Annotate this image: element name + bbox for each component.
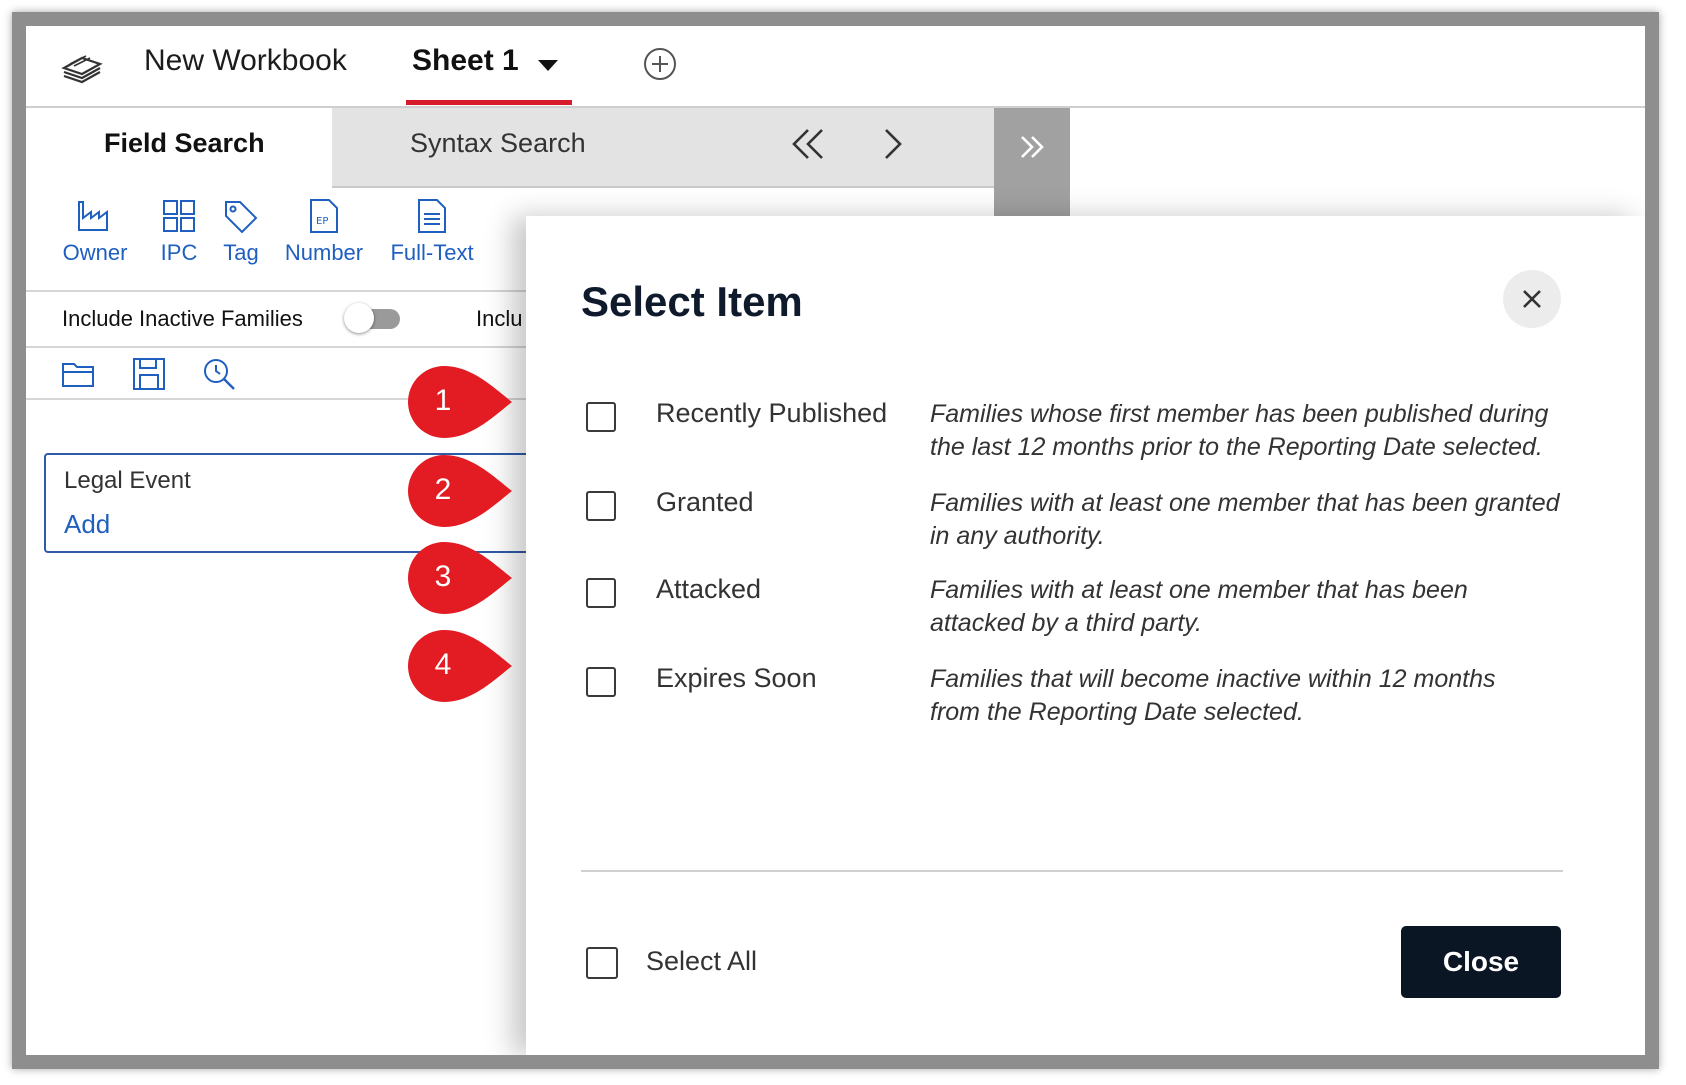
history-search-icon[interactable] bbox=[200, 356, 238, 392]
chevron-right-icon[interactable] bbox=[878, 124, 908, 164]
sheet-tab[interactable]: Sheet 1 bbox=[396, 26, 582, 106]
tab-field-search-label: Field Search bbox=[104, 128, 265, 158]
close-button[interactable]: Close bbox=[1401, 926, 1561, 998]
checkbox-recently-published[interactable] bbox=[586, 402, 616, 432]
list-item: Attacked Families with at least one memb… bbox=[526, 574, 1645, 654]
folder-open-icon[interactable] bbox=[60, 356, 98, 392]
select-item-dialog: Select Item Recently Published Families … bbox=[526, 216, 1645, 1055]
item-label: Expires Soon bbox=[656, 663, 817, 693]
owner-label: Owner bbox=[62, 240, 128, 265]
toggle-knob bbox=[344, 303, 374, 333]
caret-down-icon[interactable] bbox=[538, 60, 558, 71]
tag-label: Tag bbox=[223, 240, 259, 265]
tab-syntax-search-label: Syntax Search bbox=[410, 128, 586, 158]
dialog-divider bbox=[581, 870, 1563, 872]
tag-tool[interactable]: Tag bbox=[218, 198, 264, 266]
close-icon bbox=[1523, 290, 1541, 308]
item-description: Families with at least one member that h… bbox=[930, 574, 1570, 640]
tab-syntax-search[interactable]: Syntax Search bbox=[332, 108, 994, 188]
item-label: Granted bbox=[656, 487, 754, 517]
item-description-line: Families with at least one member that h… bbox=[930, 576, 1468, 604]
item-description-line: attacked by a third party. bbox=[930, 609, 1202, 637]
checkbox-granted[interactable] bbox=[586, 491, 616, 521]
item-description: Families that will become inactive withi… bbox=[930, 663, 1570, 729]
save-icon[interactable] bbox=[130, 356, 168, 392]
callout-marker: 2 bbox=[408, 455, 538, 527]
item-description: Families with at least one member that h… bbox=[930, 487, 1570, 553]
include-option-label: Inclu bbox=[476, 306, 523, 331]
divider bbox=[26, 290, 546, 292]
checkbox-attacked[interactable] bbox=[586, 578, 616, 608]
svg-text:EP: EP bbox=[316, 216, 328, 227]
list-item: Expires Soon Families that will become i… bbox=[526, 663, 1645, 743]
number-tool[interactable]: EP Number bbox=[282, 198, 366, 266]
item-description-line: the last 12 months prior to the Reportin… bbox=[930, 433, 1543, 461]
grid-icon bbox=[163, 200, 195, 232]
callout-number: 2 bbox=[434, 473, 452, 506]
sheet-name: Sheet 1 bbox=[412, 44, 519, 77]
legal-event-title: Legal Event bbox=[64, 467, 191, 494]
item-description-line: Families whose first member has been pub… bbox=[930, 400, 1549, 428]
checkbox-expires-soon[interactable] bbox=[586, 667, 616, 697]
item-description-line: in any authority. bbox=[930, 522, 1105, 550]
list-item: Granted Families with at least one membe… bbox=[526, 487, 1645, 567]
workbook-title[interactable]: New Workbook bbox=[144, 44, 347, 78]
active-sheet-indicator bbox=[406, 100, 572, 105]
item-label: Recently Published bbox=[656, 398, 888, 428]
callout-number: 3 bbox=[434, 560, 452, 593]
include-inactive-label: Include Inactive Families bbox=[62, 306, 303, 331]
callout-number: 1 bbox=[434, 384, 452, 417]
select-all-label[interactable]: Select All bbox=[646, 946, 757, 977]
search-tabs: Field Search Syntax Search bbox=[26, 108, 1070, 218]
item-description-line: Families with at least one member that h… bbox=[930, 489, 1560, 517]
double-chevron-left-icon[interactable] bbox=[788, 124, 828, 164]
document-text-icon bbox=[418, 199, 446, 233]
document-ep-icon: EP bbox=[310, 199, 338, 233]
item-description-line: Families that will become inactive withi… bbox=[930, 665, 1496, 693]
dialog-title: Select Item bbox=[581, 278, 803, 325]
full-text-label: Full-Text bbox=[390, 240, 474, 265]
owner-tool[interactable]: Owner bbox=[60, 198, 130, 266]
select-all-checkbox[interactable] bbox=[586, 947, 618, 979]
callout-marker: 4 bbox=[408, 630, 538, 702]
full-text-tool[interactable]: Full-Text bbox=[388, 198, 476, 266]
item-description-line: from the Reporting Date selected. bbox=[930, 698, 1304, 726]
screenshot-frame: New Workbook Sheet 1 Field Search Syntax… bbox=[12, 12, 1659, 1069]
divider bbox=[26, 346, 546, 348]
tab-field-search[interactable]: Field Search bbox=[26, 108, 332, 186]
ipc-tool[interactable]: IPC bbox=[154, 198, 204, 266]
close-dialog-button[interactable] bbox=[1503, 270, 1561, 328]
callout-marker: 3 bbox=[408, 542, 538, 614]
app-window: New Workbook Sheet 1 Field Search Syntax… bbox=[26, 26, 1645, 1055]
expand-panel-button[interactable] bbox=[994, 108, 1070, 218]
ipc-label: IPC bbox=[160, 240, 198, 265]
workbook-header: New Workbook Sheet 1 bbox=[26, 26, 1645, 108]
list-item: Recently Published Families whose first … bbox=[526, 398, 1645, 478]
double-chevron-right-icon bbox=[1021, 136, 1044, 158]
legal-event-add-link[interactable]: Add bbox=[64, 509, 110, 540]
workbook-stack-icon[interactable] bbox=[60, 46, 104, 86]
item-label: Attacked bbox=[656, 574, 762, 604]
tag-icon bbox=[225, 201, 258, 234]
factory-icon bbox=[78, 201, 108, 231]
add-sheet-icon[interactable] bbox=[642, 46, 678, 82]
callout-number: 4 bbox=[434, 648, 452, 681]
include-inactive-toggle[interactable] bbox=[344, 303, 400, 333]
number-label: Number bbox=[284, 240, 364, 265]
item-description: Families whose first member has been pub… bbox=[930, 398, 1570, 464]
callout-marker: 1 bbox=[408, 366, 538, 438]
